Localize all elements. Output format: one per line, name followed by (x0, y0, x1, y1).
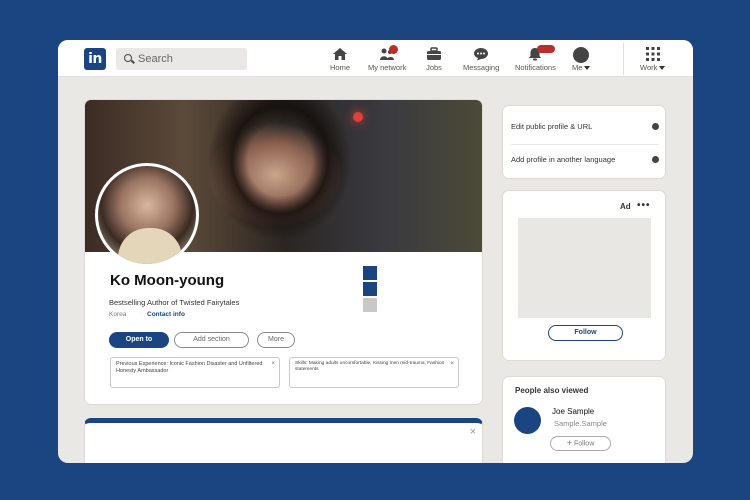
close-icon[interactable]: × (470, 426, 476, 438)
briefcase-icon (426, 47, 442, 61)
profile-card: Ko Moon-young Bestselling Author of Twis… (84, 99, 483, 405)
profile-settings-card: Edit public profile & URL Add profile in… (502, 105, 666, 179)
skills-text: Skills: Making adults uncomfortable, Kis… (295, 361, 445, 373)
plus-icon: + (566, 438, 573, 448)
placeholder-logo (363, 298, 377, 312)
edit-public-profile-label: Edit public profile & URL (511, 122, 593, 131)
add-profile-language-label: Add profile in another language (511, 155, 616, 164)
top-navigation-bar: in Home My network Jobs (58, 40, 693, 77)
nav-me[interactable]: Me (572, 47, 591, 72)
edit-public-profile-link[interactable]: Edit public profile & URL (511, 122, 659, 131)
avatar[interactable] (514, 407, 541, 434)
app-window: in Home My network Jobs (58, 40, 693, 463)
divider (511, 144, 659, 145)
people-also-viewed-title: People also viewed (515, 386, 589, 395)
search-input[interactable] (138, 48, 243, 70)
person-name[interactable]: Joe Sample (552, 407, 594, 416)
nav-my-network[interactable]: My network (368, 45, 407, 72)
school-logo[interactable] (363, 282, 377, 296)
avatar-icon (573, 47, 590, 63)
nav-my-network-label: My network (368, 63, 407, 72)
close-icon[interactable]: × (271, 360, 275, 368)
network-icon (379, 45, 399, 61)
open-to-button[interactable]: Open to (109, 332, 169, 348)
ad-card: Ad ••• Follow (502, 190, 666, 361)
company-logos (363, 266, 377, 314)
more-button[interactable]: More (257, 332, 295, 348)
add-profile-language-link[interactable]: Add profile in another language (511, 155, 659, 164)
nav-notifications[interactable]: Notifications (515, 45, 556, 72)
profile-headline: Bestselling Author of Twisted Fairytales (109, 298, 240, 307)
nav-messaging-label: Messaging (463, 63, 500, 72)
contact-info-link[interactable]: Contact info (147, 311, 185, 318)
secondary-card: × (84, 418, 483, 463)
experience-card[interactable]: Previous Experience: Iconic Fashion Disa… (110, 357, 280, 388)
ad-follow-button[interactable]: Follow (548, 325, 623, 341)
chevron-down-icon (659, 66, 666, 71)
close-icon[interactable]: × (450, 360, 454, 368)
nav-home[interactable]: Home (330, 47, 350, 72)
search-box[interactable] (116, 48, 247, 70)
profile-location: Korea (109, 311, 127, 318)
notification-badge (389, 45, 399, 54)
nav-messaging[interactable]: Messaging (463, 47, 499, 72)
home-icon (332, 47, 348, 61)
nav-jobs[interactable]: Jobs (426, 47, 442, 72)
add-section-button[interactable]: Add section (174, 332, 249, 348)
nav-divider (623, 43, 624, 75)
message-icon (473, 47, 489, 61)
person-subtitle: Sample.Sample (554, 419, 607, 428)
profile-photo[interactable] (95, 163, 199, 267)
linkedin-logo[interactable]: in (84, 48, 106, 70)
nav-me-label: Me (572, 63, 591, 72)
more-options-icon[interactable]: ••• (637, 200, 651, 211)
info-dot-icon (652, 156, 659, 163)
profile-name: Ko Moon-young (110, 272, 225, 289)
experience-text: Previous Experience: Iconic Fashion Disa… (116, 361, 263, 375)
follow-label: Follow (574, 440, 595, 448)
ad-label: Ad (620, 202, 631, 211)
nav-work-label: Work (640, 63, 666, 72)
grid-icon (645, 47, 661, 61)
notification-badge (537, 45, 556, 53)
ad-image[interactable] (518, 218, 651, 318)
chevron-down-icon (584, 66, 591, 71)
nav-work[interactable]: Work (640, 47, 666, 72)
bell-icon (527, 45, 556, 61)
nav-jobs-label: Jobs (426, 63, 442, 72)
company-logo[interactable] (363, 266, 377, 280)
follow-button[interactable]: + Follow (550, 436, 611, 451)
people-also-viewed-card: People also viewed Joe Sample Sample.Sam… (502, 376, 666, 463)
nav-notifications-label: Notifications (515, 63, 556, 72)
skills-card[interactable]: Skills: Making adults uncomfortable, Kis… (289, 357, 459, 388)
nav-home-label: Home (330, 63, 351, 72)
search-icon (124, 54, 132, 62)
info-dot-icon (652, 123, 659, 130)
location-separator: · (140, 310, 143, 317)
